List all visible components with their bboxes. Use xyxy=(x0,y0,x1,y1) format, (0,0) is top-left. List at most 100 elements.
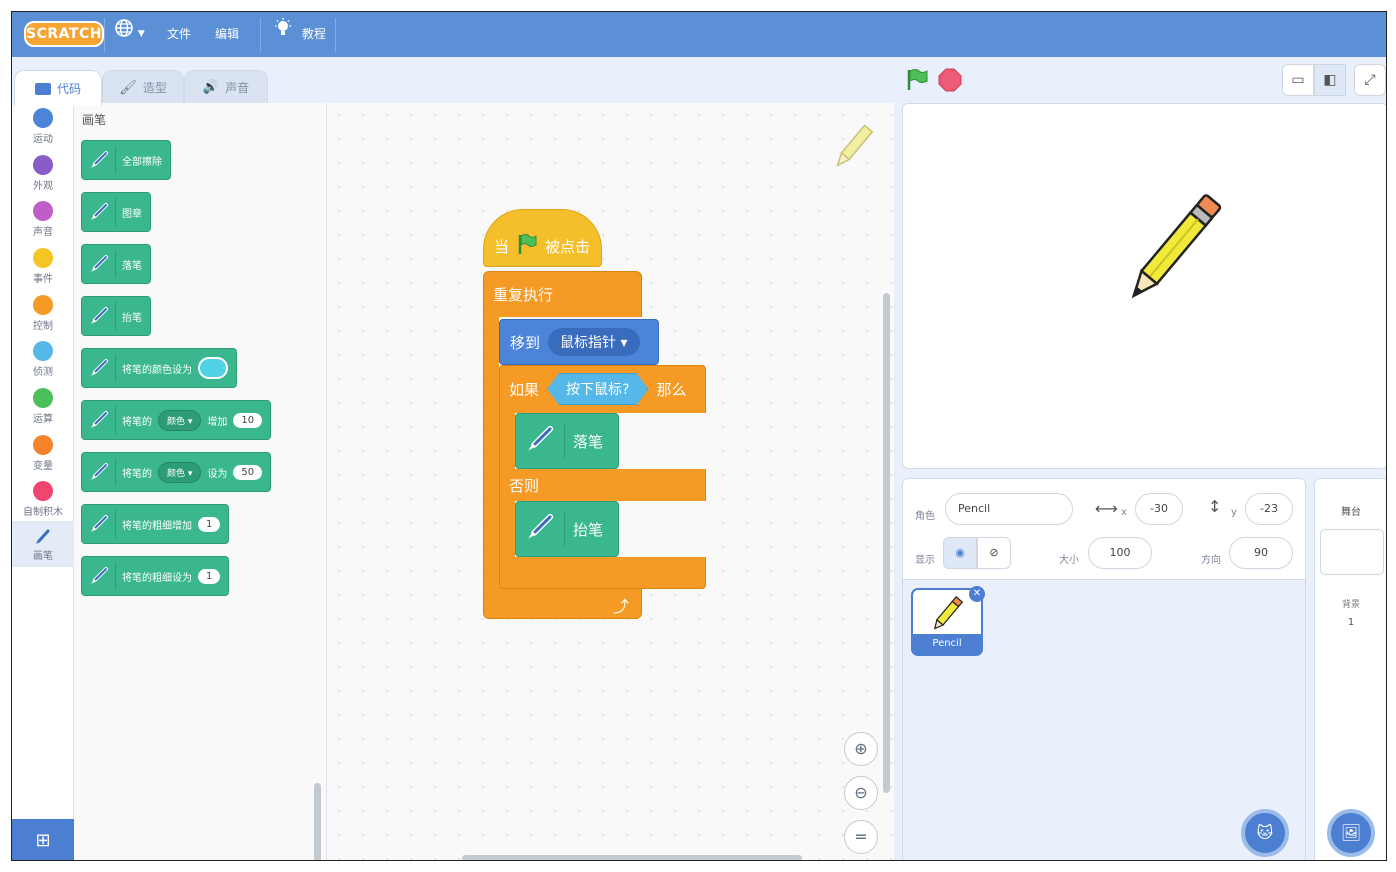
file-menu[interactable]: 文件 xyxy=(167,12,191,57)
color-picker[interactable] xyxy=(198,357,228,379)
stop-button[interactable] xyxy=(938,68,962,96)
sprite-thumbnail[interactable]: ✕ Pencil xyxy=(911,586,985,656)
zoom-reset-button[interactable]: = xyxy=(844,820,878,854)
normal-stage-button[interactable]: ◧ xyxy=(1314,64,1346,96)
pen-icon xyxy=(88,406,116,434)
y-input[interactable]: -23 xyxy=(1245,493,1293,525)
category-motion[interactable]: 运动 xyxy=(12,108,74,145)
sprite-info-panel: 角色 Pencil ⟷ x -30 ↕ y -23 显示 ◉ ⊘ 大小 100 … xyxy=(902,478,1306,580)
tab-code[interactable]: 代码 xyxy=(14,70,102,106)
tab-costumes[interactable]: 🖌 造型 xyxy=(102,70,184,104)
menu-divider xyxy=(260,18,261,52)
block-label: 落笔 xyxy=(573,432,604,451)
block-stamp[interactable]: 图章 xyxy=(81,192,151,232)
when-flag-clicked-block[interactable]: 当 被点击 xyxy=(483,209,602,267)
stage-thumbnail[interactable] xyxy=(1320,529,1384,575)
script-scrollbar-horizontal[interactable] xyxy=(462,855,802,860)
param-dropdown[interactable]: 颜色 ▾ xyxy=(158,461,202,483)
choose-backdrop-button[interactable]: 🖼 xyxy=(1327,809,1375,857)
category-operators[interactable]: 运算 xyxy=(12,388,74,425)
param-dropdown[interactable]: 颜色 ▾ xyxy=(158,409,202,431)
category-sound[interactable]: 声音 xyxy=(12,201,74,238)
show-label: 显示 xyxy=(915,555,935,566)
value-input[interactable]: 1 xyxy=(198,516,221,532)
pencil-sprite[interactable] xyxy=(1113,182,1233,320)
green-flag-button[interactable] xyxy=(905,68,929,96)
block-set-pen-color[interactable]: 将笔的颜色设为 xyxy=(81,348,237,388)
palette-scrollbar[interactable] xyxy=(314,783,321,860)
sensing-category-icon xyxy=(33,341,53,361)
direction-input[interactable]: 90 xyxy=(1229,537,1293,569)
block-label: 重复执行 xyxy=(493,285,554,304)
dropdown-value: 鼠标指针 xyxy=(560,335,617,351)
tab-sounds[interactable]: 🔊 声音 xyxy=(184,70,268,104)
x-input[interactable]: -30 xyxy=(1135,493,1183,525)
category-label: 运算 xyxy=(33,414,53,425)
if-row: 如果 按下鼠标? 那么 xyxy=(499,365,686,413)
go-to-block[interactable]: 移到 鼠标指针 ▾ xyxy=(499,319,659,365)
sprite-name-input[interactable]: Pencil xyxy=(945,493,1073,525)
delete-sprite-icon[interactable]: ✕ xyxy=(969,586,985,602)
choose-sprite-button[interactable]: 🐱 xyxy=(1241,809,1289,857)
value-input[interactable]: 1 xyxy=(198,568,221,584)
pen-down-block[interactable]: 落笔 xyxy=(515,413,619,469)
category-label: 画笔 xyxy=(33,551,53,562)
block-change-pen-param[interactable]: 将笔的 颜色 ▾ 增加 10 xyxy=(81,400,272,440)
category-label: 自制积木 xyxy=(23,507,63,518)
sprite-name-label: 角色 xyxy=(915,511,935,522)
stage[interactable] xyxy=(902,103,1386,469)
show-sprite-button[interactable]: ◉ xyxy=(943,537,977,569)
block-label: 抬笔 xyxy=(573,520,604,539)
zoom-out-button[interactable]: ⊖ xyxy=(844,776,878,810)
pen-icon xyxy=(88,354,116,382)
x-label: x xyxy=(1121,507,1127,518)
pen-up-block[interactable]: 抬笔 xyxy=(515,501,619,557)
image-plus-icon: 🖼 xyxy=(1340,823,1362,842)
backdrop-count: 1 xyxy=(1347,617,1355,628)
block-label: 设为 xyxy=(207,468,228,480)
small-stage-button[interactable]: ▭ xyxy=(1282,64,1314,96)
edit-menu[interactable]: 编辑 xyxy=(215,12,239,57)
operators-category-icon xyxy=(33,388,53,408)
go-to-target-dropdown[interactable]: 鼠标指针 ▾ xyxy=(548,328,640,356)
block-pen-up[interactable]: 抬笔 xyxy=(81,296,151,336)
category-my-blocks[interactable]: 自制积木 xyxy=(12,481,74,518)
add-extension-button[interactable]: ⊞ xyxy=(12,819,74,860)
language-menu[interactable]: ▼ xyxy=(114,12,154,57)
pen-icon xyxy=(524,511,565,547)
block-label: 将笔的 xyxy=(122,416,152,428)
block-palette: 画笔 全部擦除 图章 落笔 抬笔 将笔的颜色设为 将笔的 颜色 ▾ 增加 10 xyxy=(74,103,327,860)
scratch-logo[interactable]: SCRATCH xyxy=(24,21,104,47)
block-change-pen-size[interactable]: 将笔的粗细增加 1 xyxy=(81,504,230,544)
block-label: 图章 xyxy=(122,208,142,220)
block-clear[interactable]: 全部擦除 xyxy=(81,140,171,180)
script-area[interactable]: 当 被点击 重复执行 ⤴ 移到 鼠标指针 ▾ 如果 按下鼠标? 那么 否则 落笔… xyxy=(327,103,894,860)
value-input[interactable]: 50 xyxy=(233,464,263,480)
category-events[interactable]: 事件 xyxy=(12,248,74,285)
zoom-out-icon: ⊖ xyxy=(854,783,868,802)
fullscreen-button[interactable]: ⤢ xyxy=(1354,64,1386,96)
category-pen[interactable]: 画笔 xyxy=(12,521,74,567)
mouse-down-condition[interactable]: 按下鼠标? xyxy=(547,373,648,405)
stage-target-panel[interactable]: 舞台 背景 1 🖼 xyxy=(1314,478,1386,860)
block-pen-down[interactable]: 落笔 xyxy=(81,244,151,284)
category-variables[interactable]: 变量 xyxy=(12,435,74,472)
zoom-in-button[interactable]: ⊕ xyxy=(844,732,878,766)
category-looks[interactable]: 外观 xyxy=(12,155,74,192)
tutorials-label: 教程 xyxy=(301,27,326,41)
pen-icon xyxy=(88,146,116,174)
script-scrollbar-vertical[interactable] xyxy=(883,293,890,793)
chevron-down-icon: ▼ xyxy=(137,29,145,39)
backdrop-label: 背景 xyxy=(1341,600,1360,610)
fullscreen-icon: ⤢ xyxy=(1364,72,1376,88)
motion-category-icon xyxy=(33,108,53,128)
size-input[interactable]: 100 xyxy=(1088,537,1152,569)
tutorials-menu[interactable]: 教程 xyxy=(274,12,326,57)
block-label: 落笔 xyxy=(122,260,142,272)
category-sensing[interactable]: 侦测 xyxy=(12,341,74,378)
value-input[interactable]: 10 xyxy=(233,412,263,428)
block-set-pen-size[interactable]: 将笔的粗细设为 1 xyxy=(81,556,230,596)
block-set-pen-param[interactable]: 将笔的 颜色 ▾ 设为 50 xyxy=(81,452,272,492)
category-control[interactable]: 控制 xyxy=(12,295,74,332)
hide-sprite-button[interactable]: ⊘ xyxy=(977,537,1011,569)
